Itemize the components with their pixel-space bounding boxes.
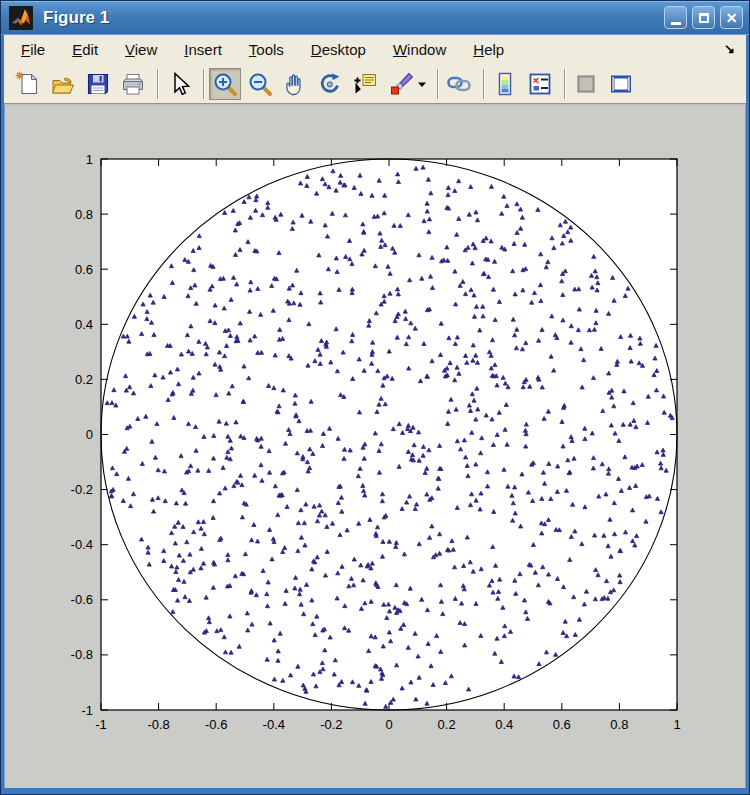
colorbar-icon <box>492 71 518 97</box>
svg-text:0.8: 0.8 <box>75 207 93 222</box>
insert-legend-button[interactable] <box>524 68 556 100</box>
svg-text:0: 0 <box>86 427 93 442</box>
hide-plot-tools-button[interactable] <box>570 68 602 100</box>
menu-item-desktop[interactable]: Desktop <box>311 41 366 58</box>
data-cursor-icon <box>352 71 378 97</box>
svg-text:-0.4: -0.4 <box>71 537 93 552</box>
legend-icon <box>527 71 553 97</box>
brush-icon <box>387 71 413 97</box>
dock-figure-arrow-icon[interactable]: ↘ <box>724 41 735 56</box>
svg-text:0.2: 0.2 <box>75 372 93 387</box>
svg-text:-0.2: -0.2 <box>320 717 342 732</box>
floppy-save-icon <box>85 71 111 97</box>
menu-item-file[interactable]: File <box>21 41 45 58</box>
arrow-cursor-icon <box>166 71 192 97</box>
brush-dropdown-button[interactable] <box>415 68 429 100</box>
brush-button[interactable] <box>384 68 416 100</box>
matlab-icon <box>9 6 33 30</box>
toolbar <box>4 65 746 104</box>
open-file-button[interactable] <box>47 68 79 100</box>
show-plot-tools-icon <box>608 71 634 97</box>
window-title: Figure 1 <box>43 8 109 28</box>
svg-text:0.6: 0.6 <box>553 717 571 732</box>
svg-text:-1: -1 <box>95 717 107 732</box>
menu-item-view[interactable]: View <box>125 41 157 58</box>
svg-text:1: 1 <box>673 717 680 732</box>
svg-text:-0.6: -0.6 <box>71 592 93 607</box>
svg-text:-0.6: -0.6 <box>205 717 227 732</box>
menu-item-help[interactable]: Help <box>473 41 504 58</box>
svg-text:-0.8: -0.8 <box>71 647 93 662</box>
edit-plot-button[interactable] <box>163 68 195 100</box>
minimize-icon <box>671 22 681 25</box>
new-figure-button[interactable] <box>12 68 44 100</box>
open-folder-icon <box>50 71 76 97</box>
maximize-icon <box>699 13 709 23</box>
svg-text:0: 0 <box>385 717 392 732</box>
rotate-3d-button[interactable] <box>314 68 346 100</box>
save-figure-button[interactable] <box>82 68 114 100</box>
rotate-3d-icon <box>317 71 343 97</box>
plot-canvas[interactable]: -1 -0.8 -0.6 -0.4 -0.2 0 0.2 0.4 0.6 0.8 1 -1 -0.8 -0… <box>5 106 745 784</box>
close-icon: ✕ <box>726 11 738 25</box>
hide-plot-tools-icon <box>573 71 599 97</box>
minimize-button[interactable] <box>664 6 687 29</box>
maximize-button[interactable] <box>692 6 715 29</box>
zoom-out-button[interactable] <box>244 68 276 100</box>
zoom-out-icon <box>247 71 273 97</box>
svg-text:1: 1 <box>86 151 93 166</box>
menu-item-tools[interactable]: Tools <box>249 41 284 58</box>
link-plot-button[interactable] <box>443 68 475 100</box>
hand-pan-icon <box>282 71 308 97</box>
figure-canvas-area: -1 -0.8 -0.6 -0.4 -0.2 0 0.2 0.4 0.6 0.8 1 -1 -0.8 -0… <box>4 104 746 788</box>
toolbar-separator <box>157 69 158 99</box>
svg-text:0.4: 0.4 <box>75 317 93 332</box>
show-plot-tools-button[interactable] <box>605 68 637 100</box>
new-document-icon <box>15 71 41 97</box>
menu-item-edit[interactable]: Edit <box>72 41 98 58</box>
dropdown-arrow-icon <box>417 71 427 97</box>
toolbar-separator <box>437 69 438 99</box>
print-figure-button[interactable] <box>117 68 149 100</box>
svg-text:-1: -1 <box>81 702 93 717</box>
link-chain-icon <box>446 71 472 97</box>
toolbar-separator <box>483 69 484 99</box>
title-bar[interactable]: Figure 1 ✕ <box>1 1 749 35</box>
svg-text:-0.2: -0.2 <box>71 482 93 497</box>
svg-text:0.4: 0.4 <box>495 717 513 732</box>
data-cursor-button[interactable] <box>349 68 381 100</box>
toolbar-separator <box>203 69 204 99</box>
toolbar-separator <box>564 69 565 99</box>
pan-button[interactable] <box>279 68 311 100</box>
menu-bar: File Edit View Insert Tools Desktop Window Help… <box>4 35 746 65</box>
close-button[interactable]: ✕ <box>720 6 743 29</box>
insert-colorbar-button[interactable] <box>489 68 521 100</box>
figure-window: Figure 1 ✕ File Edit View Insert Tools Deskto… <box>0 0 750 795</box>
menu-item-insert[interactable]: Insert <box>184 41 222 58</box>
zoom-in-icon <box>212 71 238 97</box>
printer-icon <box>120 71 146 97</box>
svg-text:0.2: 0.2 <box>438 717 456 732</box>
svg-text:-0.8: -0.8 <box>147 717 169 732</box>
menu-item-window[interactable]: Window <box>393 41 446 58</box>
svg-text:0.8: 0.8 <box>610 717 628 732</box>
svg-text:-0.4: -0.4 <box>263 717 285 732</box>
zoom-in-button[interactable] <box>209 68 241 100</box>
svg-text:0.6: 0.6 <box>75 262 93 277</box>
